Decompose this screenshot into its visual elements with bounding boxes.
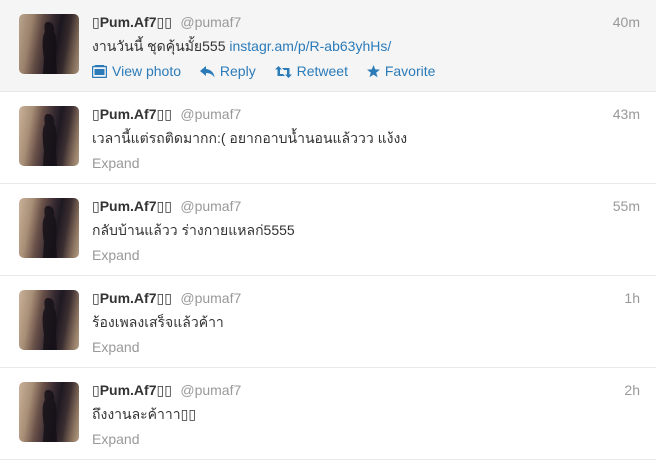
retweet-label: Retweet	[296, 63, 348, 79]
tweet[interactable]: ▯Pum.Af7▯▯ @pumaf7 43m เวลานี้แต่รถติดมา…	[0, 92, 656, 184]
photo-icon	[91, 63, 108, 83]
retweet-icon	[274, 63, 292, 83]
tweet-content: ▯Pum.Af7▯▯ @pumaf7 55m กลับบ้านแล้วว ร่า…	[92, 196, 640, 265]
reply-label: Reply	[219, 63, 256, 79]
tweet-content: ▯Pum.Af7▯▯ @pumaf7 1h ร้องเพลงเสร็จแล้วค…	[92, 288, 640, 357]
tweet-content: ▯Pum.Af7▯▯ @pumaf7 2h ถึงงานละค้าาา▯▯ Ex…	[92, 380, 640, 449]
author-fullname[interactable]: ▯Pum.Af7▯▯	[92, 382, 172, 398]
tweet-timestamp[interactable]: 1h	[624, 288, 640, 308]
tweet-timestamp[interactable]: 2h	[624, 380, 640, 400]
tweet[interactable]: ▯Pum.Af7▯▯ @pumaf7 40m งานวันนี้ ชุดคุ้น…	[0, 0, 656, 92]
tweet-text: เวลานี้แต่รถติดมากก:( อยากอาบน้ำนอนแล้วว…	[92, 130, 408, 146]
favorite-button[interactable]: Favorite	[366, 61, 436, 83]
tweet-timestamp[interactable]: 40m	[613, 12, 640, 32]
view-photo-label: View photo	[112, 63, 182, 79]
author-username[interactable]: @pumaf7	[180, 14, 241, 30]
author-username[interactable]: @pumaf7	[180, 382, 241, 398]
tweet-header: ▯Pum.Af7▯▯ @pumaf7 55m	[92, 196, 640, 216]
tweet-timestamp[interactable]: 43m	[613, 104, 640, 124]
author-username[interactable]: @pumaf7	[180, 198, 241, 214]
tweet-actions: View photo Reply Retweet Favorite	[91, 61, 640, 83]
tweet-content: ▯Pum.Af7▯▯ @pumaf7 43m เวลานี้แต่รถติดมา…	[92, 104, 640, 173]
tweet-header: ▯Pum.Af7▯▯ @pumaf7 2h	[92, 380, 640, 400]
tweet-content: ▯Pum.Af7▯▯ @pumaf7 40m งานวันนี้ ชุดคุ้น…	[91, 12, 640, 83]
tweet[interactable]: ▯Pum.Af7▯▯ @pumaf7 1h ร้องเพลงเสร็จแล้วค…	[0, 276, 656, 368]
expand-link[interactable]: Expand	[92, 245, 640, 265]
author-fullname[interactable]: ▯Pum.Af7▯▯	[92, 106, 172, 122]
tweet-header: ▯Pum.Af7▯▯ @pumaf7 40m	[92, 12, 640, 32]
retweet-button[interactable]: Retweet	[274, 61, 348, 83]
tweet[interactable]: ▯Pum.Af7▯▯ @pumaf7 2h ถึงงานละค้าาา▯▯ Ex…	[0, 368, 656, 460]
tweet-header: ▯Pum.Af7▯▯ @pumaf7 1h	[92, 288, 640, 308]
expand-link[interactable]: Expand	[92, 337, 640, 357]
author-fullname[interactable]: ▯Pum.Af7▯▯	[92, 290, 172, 306]
author-username[interactable]: @pumaf7	[180, 290, 241, 306]
favorite-label: Favorite	[384, 63, 436, 79]
tweet-text-body: งานวันนี้ ชุดคุ้นมั้ย555	[92, 38, 230, 54]
author-fullname[interactable]: ▯Pum.Af7▯▯	[92, 14, 172, 30]
avatar[interactable]	[19, 198, 79, 258]
tweet-header: ▯Pum.Af7▯▯ @pumaf7 43m	[92, 104, 640, 124]
tweet-timestamp[interactable]: 55m	[613, 196, 640, 216]
reply-button[interactable]: Reply	[199, 61, 256, 83]
tweet-text: กลับบ้านแล้วว ร่างกายแหลก่5555	[92, 222, 295, 238]
tweet-text: งานวันนี้ ชุดคุ้นมั้ย555 instagr.am/p/R-…	[92, 36, 640, 56]
avatar[interactable]	[19, 290, 79, 350]
expand-link[interactable]: Expand	[92, 153, 640, 173]
tweet[interactable]: ▯Pum.Af7▯▯ @pumaf7 55m กลับบ้านแล้วว ร่า…	[0, 184, 656, 276]
avatar[interactable]	[19, 382, 79, 442]
tweet-text: ร้องเพลงเสร็จแล้วค้าา	[92, 314, 224, 330]
tweet-text: ถึงงานละค้าาา▯▯	[92, 406, 197, 422]
tweet-stream: ▯Pum.Af7▯▯ @pumaf7 40m งานวันนี้ ชุดคุ้น…	[0, 0, 656, 460]
view-photo-button[interactable]: View photo	[91, 61, 182, 83]
star-icon	[366, 63, 380, 83]
avatar[interactable]	[19, 106, 79, 166]
expand-link[interactable]: Expand	[92, 429, 640, 449]
tweet-link[interactable]: instagr.am/p/R-ab63yhHs/	[229, 38, 391, 54]
author-username[interactable]: @pumaf7	[180, 106, 241, 122]
author-fullname[interactable]: ▯Pum.Af7▯▯	[92, 198, 172, 214]
reply-icon	[199, 63, 215, 83]
avatar[interactable]	[19, 14, 79, 74]
